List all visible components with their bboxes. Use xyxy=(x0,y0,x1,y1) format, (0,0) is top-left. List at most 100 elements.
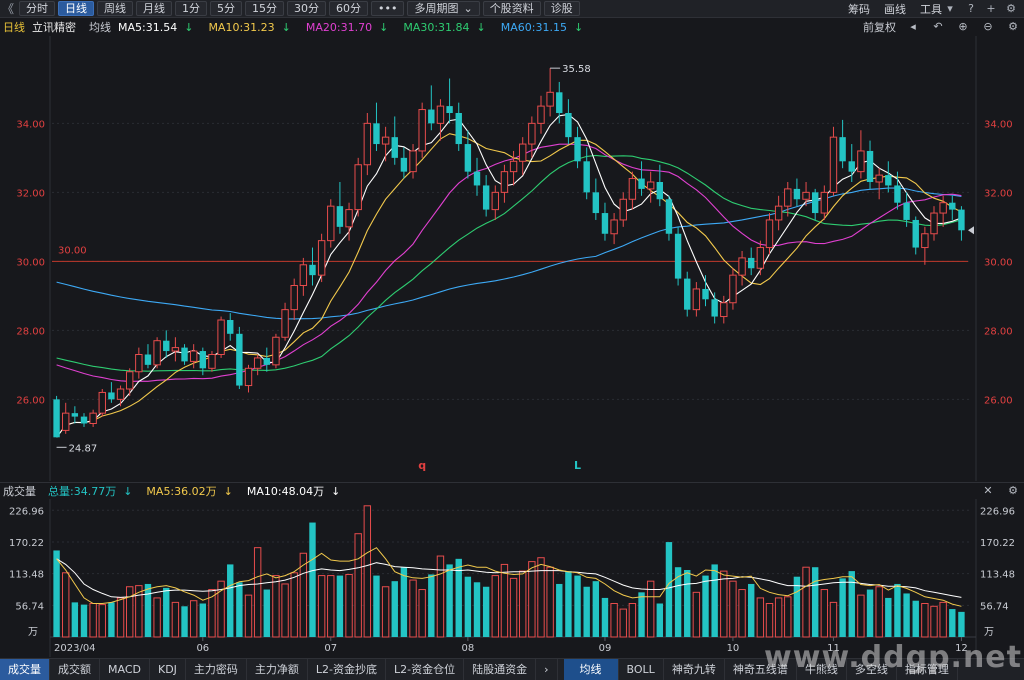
ma-label[interactable]: 均线 xyxy=(89,19,111,35)
candle-body-down xyxy=(236,333,243,386)
candle-body-up xyxy=(89,412,97,424)
period-button-6[interactable]: 15分 xyxy=(245,1,284,16)
undo-icon[interactable]: ↶ xyxy=(931,20,945,34)
volume-ma5: MA5:36.02万 ↓ xyxy=(146,484,233,498)
period-button-3[interactable]: 月线 xyxy=(136,1,172,16)
volume-bar-down xyxy=(885,597,892,637)
volume-bar-up xyxy=(290,572,298,638)
volume-bar-down xyxy=(702,575,709,637)
volume-unit-left: 万 xyxy=(28,627,38,638)
volume-bar-down xyxy=(583,586,590,637)
period-button-10[interactable]: 多周期图 ⌄ xyxy=(407,1,480,16)
period-button-0[interactable]: 分时 xyxy=(19,1,55,16)
candle-body-down xyxy=(80,416,88,424)
candle-body-up xyxy=(135,354,143,373)
candle-body-down xyxy=(793,188,801,200)
candle-body-up xyxy=(363,122,372,166)
volume-bar-down xyxy=(958,611,965,637)
volume-settings-icon[interactable]: ⚙ xyxy=(1006,484,1020,498)
adjust-mode[interactable]: 前复权 xyxy=(863,19,896,35)
volume-bar-up xyxy=(491,575,499,638)
candle-body-down xyxy=(373,123,380,145)
candle-body-up xyxy=(930,212,938,235)
candle-body-up xyxy=(418,109,426,152)
close-icon[interactable]: ✕ xyxy=(981,484,995,498)
candle-body-up xyxy=(756,247,765,269)
month-label: 07 xyxy=(324,643,337,654)
indicator-tab-2[interactable]: MACD xyxy=(100,659,150,680)
period-button-5[interactable]: 5分 xyxy=(210,1,242,16)
indicator-tab-7[interactable]: L2-资金仓位 xyxy=(386,659,465,680)
chart-settings-icon[interactable]: ⚙ xyxy=(1006,20,1020,34)
period-button-12[interactable]: 诊股 xyxy=(543,1,580,16)
indicator-tab-8[interactable]: 陆股通资金 xyxy=(464,659,537,680)
price-chart[interactable]: 34.00 34.00 32.00 32.00 30.00 30.00 28.00 28.00… xyxy=(0,36,1024,481)
overlay-tab-0[interactable]: 均线 xyxy=(563,659,619,680)
volume-bar-down xyxy=(665,542,673,637)
collapse-icon[interactable]: ◂ xyxy=(906,20,920,34)
overlay-tab-2[interactable]: 神奇九转 xyxy=(664,659,725,680)
price-axis-label-left: 32.00 xyxy=(16,188,45,199)
candle-body-up xyxy=(436,105,445,124)
settings-icon[interactable]: ⚙ xyxy=(1004,2,1018,16)
price-axis-label-right: 32.00 xyxy=(984,188,1013,199)
add-icon[interactable]: + xyxy=(984,2,998,16)
volume-bar-up xyxy=(857,594,865,638)
draw-line-link[interactable]: 画线 xyxy=(884,1,906,17)
volume-bar-up xyxy=(272,575,280,638)
question-icon[interactable]: ? xyxy=(964,2,978,16)
indicator-tab-0[interactable]: 成交量 xyxy=(0,659,50,680)
volume-chart[interactable]: 226.96 226.96 170.22 170.22 113.48 113.48 56.7… xyxy=(0,499,1024,657)
price-axis-label-left: 34.00 xyxy=(16,119,45,130)
indicator-tab-4[interactable]: 主力密码 xyxy=(186,659,247,680)
indicator-tab-5[interactable]: 主力净额 xyxy=(247,659,308,680)
volume-axis-label-right: 113.48 xyxy=(980,570,1015,581)
zoom-out-icon[interactable]: ⊖ xyxy=(981,20,995,34)
chip-distribution-link[interactable]: 筹码 xyxy=(848,1,870,17)
period-button-9[interactable]: ••• xyxy=(371,1,405,16)
period-button-2[interactable]: 周线 xyxy=(97,1,133,16)
scroll-right-icon[interactable]: › xyxy=(536,659,558,680)
volume-bar-up xyxy=(62,572,70,638)
volume-bar-up xyxy=(381,586,390,638)
candle-body-down xyxy=(428,109,435,124)
volume-bar-down xyxy=(638,592,645,637)
indicator-tab-1[interactable]: 成交额 xyxy=(50,659,100,680)
candle-body-up xyxy=(619,198,627,221)
zoom-in-icon[interactable]: ⊕ xyxy=(956,20,970,34)
volume-axis-label-right: 170.22 xyxy=(980,538,1015,549)
price-legend-tools: 前复权 ◂ ↶ ⊕ ⊖ ⚙ xyxy=(863,19,1024,35)
period-button-8[interactable]: 60分 xyxy=(329,1,368,16)
volume-bar-down xyxy=(236,582,243,637)
ma-legend-item: MA10:31.23 ↓ xyxy=(208,20,291,34)
volume-ma10: MA10:48.04万 ↓ xyxy=(246,484,341,498)
volume-bar-up xyxy=(610,603,618,638)
tools-menu-link[interactable]: 工具 xyxy=(920,1,942,17)
volume-bar-down xyxy=(912,600,919,637)
period-button-7[interactable]: 30分 xyxy=(287,1,326,16)
back-arrow-icon[interactable]: 《 xyxy=(0,0,16,17)
volume-bar-up xyxy=(784,596,792,638)
period-button-1[interactable]: 日线 xyxy=(58,1,94,16)
candle-body-up xyxy=(784,188,792,207)
volume-bar-up xyxy=(244,594,253,638)
indicator-tab-6[interactable]: L2-资金抄底 xyxy=(308,659,387,680)
high-annotation: 35.58 xyxy=(562,64,591,75)
volume-bar-down xyxy=(903,593,910,637)
indicator-tab-3[interactable]: KDJ xyxy=(150,659,186,680)
volume-bar-up xyxy=(720,570,728,638)
volume-bar-up xyxy=(765,603,774,638)
overlay-tab-1[interactable]: BOLL xyxy=(619,659,664,680)
tools-dropdown-icon[interactable]: ▾ xyxy=(946,2,954,16)
period-button-4[interactable]: 1分 xyxy=(175,1,207,16)
candle-body-up xyxy=(208,354,216,369)
volume-bar-down xyxy=(108,602,115,637)
period-button-11[interactable]: 个股资料 xyxy=(482,1,541,16)
candle-body-down xyxy=(482,185,490,210)
candle-body-up xyxy=(921,233,929,249)
candle-body-up xyxy=(939,202,947,214)
volume-bar-down xyxy=(309,522,316,637)
ma-legend-item: MA20:31.70 ↓ xyxy=(305,20,389,34)
candle-body-up xyxy=(354,164,362,211)
volume-bar-down xyxy=(144,583,152,637)
